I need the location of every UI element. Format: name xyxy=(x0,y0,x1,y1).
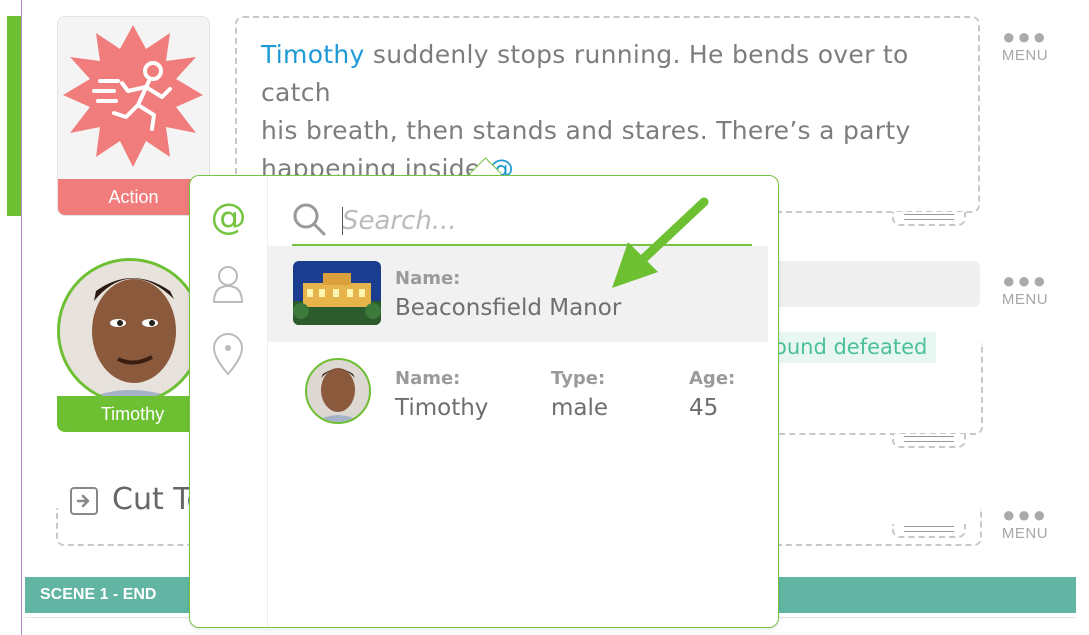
character-card[interactable]: Timothy xyxy=(57,255,208,433)
tab-characters[interactable] xyxy=(190,256,267,316)
action-element-card[interactable]: Action xyxy=(57,16,210,216)
action-text-line2: his breath, then stands and stares. Ther… xyxy=(261,116,911,145)
resize-handle[interactable] xyxy=(892,524,966,538)
type-label: Type: xyxy=(551,368,606,389)
tab-mention[interactable]: @ xyxy=(190,188,267,248)
location-thumbnail xyxy=(293,261,381,325)
character-type: male xyxy=(551,395,609,421)
dialogue-text-fragment[interactable]: ound defeated xyxy=(770,332,936,363)
more-dots-icon: ●●● xyxy=(1002,268,1048,293)
age-label: Age: xyxy=(689,368,736,389)
action-text[interactable]: Timothy suddenly stops running. He bends… xyxy=(261,36,961,188)
character-mention[interactable]: Timothy xyxy=(261,40,365,69)
active-scene-indicator xyxy=(7,16,21,216)
menu-label: MENU xyxy=(1001,291,1049,308)
annotation-arrow-icon xyxy=(612,197,709,288)
menu-button[interactable]: ●●● MENU xyxy=(995,24,1055,72)
resize-handle[interactable] xyxy=(892,212,966,226)
popup-tab-bar: @ xyxy=(190,176,268,627)
action-burst-icon xyxy=(63,25,203,167)
resize-handle[interactable] xyxy=(892,434,966,448)
person-icon xyxy=(212,266,244,303)
at-icon: @ xyxy=(210,197,247,238)
search-icon xyxy=(293,203,326,236)
character-avatar xyxy=(57,258,203,404)
character-name: Timothy xyxy=(395,395,489,421)
character-age: 45 xyxy=(689,395,719,421)
text-cursor xyxy=(342,207,343,235)
more-dots-icon: ●●● xyxy=(1002,24,1048,49)
character-name-label: Timothy xyxy=(57,396,208,432)
margin-line xyxy=(21,0,22,635)
action-label: Action xyxy=(58,179,209,215)
menu-label: MENU xyxy=(1001,525,1049,542)
location-name: Beaconsfield Manor xyxy=(395,295,622,321)
tab-locations[interactable] xyxy=(190,324,267,384)
name-label: Name: xyxy=(395,368,461,389)
menu-button[interactable]: ●●● MENU xyxy=(995,268,1055,316)
more-dots-icon: ●●● xyxy=(1002,502,1048,527)
character-name-bar-end[interactable] xyxy=(768,261,980,307)
character-thumbnail xyxy=(305,358,371,424)
menu-button[interactable]: ●●● MENU xyxy=(995,502,1055,550)
name-label: Name: xyxy=(395,268,461,289)
result-row-character[interactable]: Name: Timothy Type: male Age: 45 xyxy=(268,342,768,438)
location-pin-icon xyxy=(212,333,244,376)
menu-label: MENU xyxy=(1001,47,1049,64)
